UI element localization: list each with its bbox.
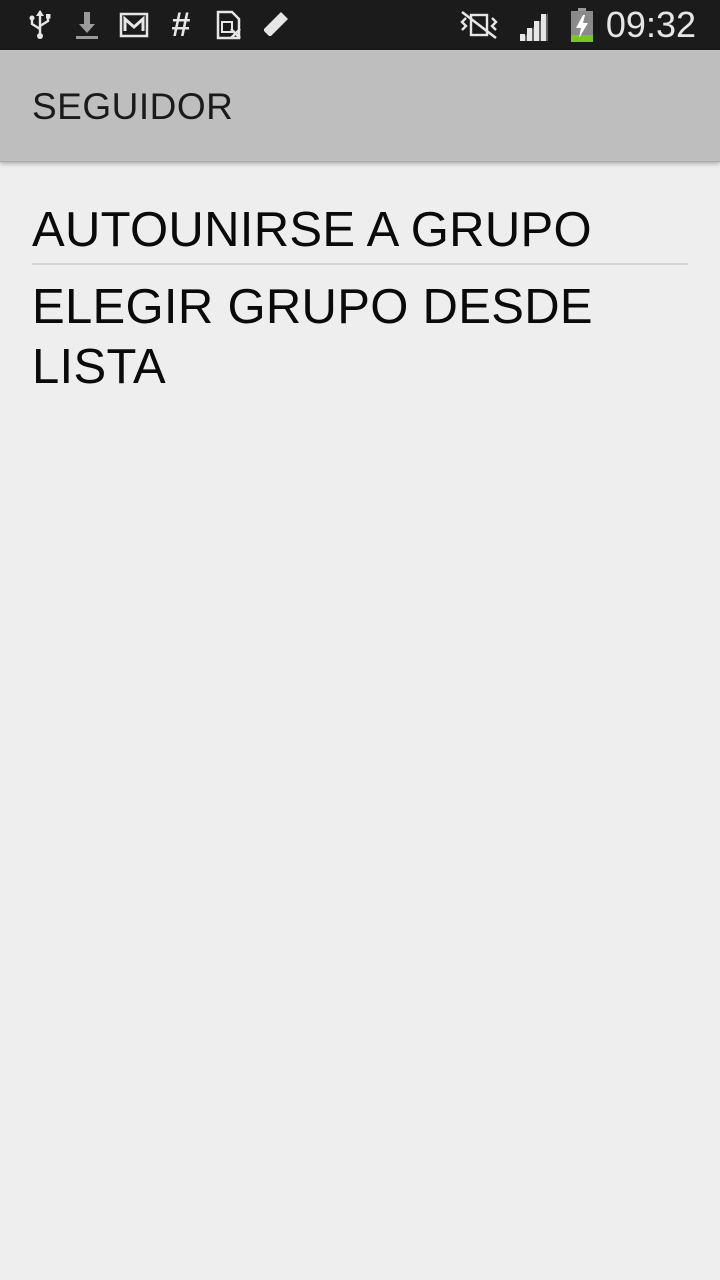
system-icons: 09:32 [440,0,696,50]
option-list: AUTOUNIRSE A GRUPO ELEGIR GRUPO DESDE LI… [32,200,688,397]
battery-charging-icon [570,7,594,43]
signal-icon [518,8,552,42]
app-title: SEGUIDOR [32,86,234,127]
status-bar: # 09:32 [0,0,720,50]
list-item-elegir-grupo[interactable]: ELEGIR GRUPO DESDE LISTA [32,277,688,397]
list-divider [32,263,688,265]
action-bar: SEGUIDOR [0,50,720,162]
download-icon [71,7,103,43]
pencil-icon [259,7,291,43]
status-clock: 09:32 [605,4,696,45]
list-item-autounirse[interactable]: AUTOUNIRSE A GRUPO [32,200,688,263]
mute-vibrate-icon [458,10,500,40]
usb-icon [24,7,56,43]
gmail-icon [118,7,150,43]
notification-icons: # [0,0,306,50]
hash-icon: # [171,6,191,44]
sim-card-icon [212,7,244,43]
